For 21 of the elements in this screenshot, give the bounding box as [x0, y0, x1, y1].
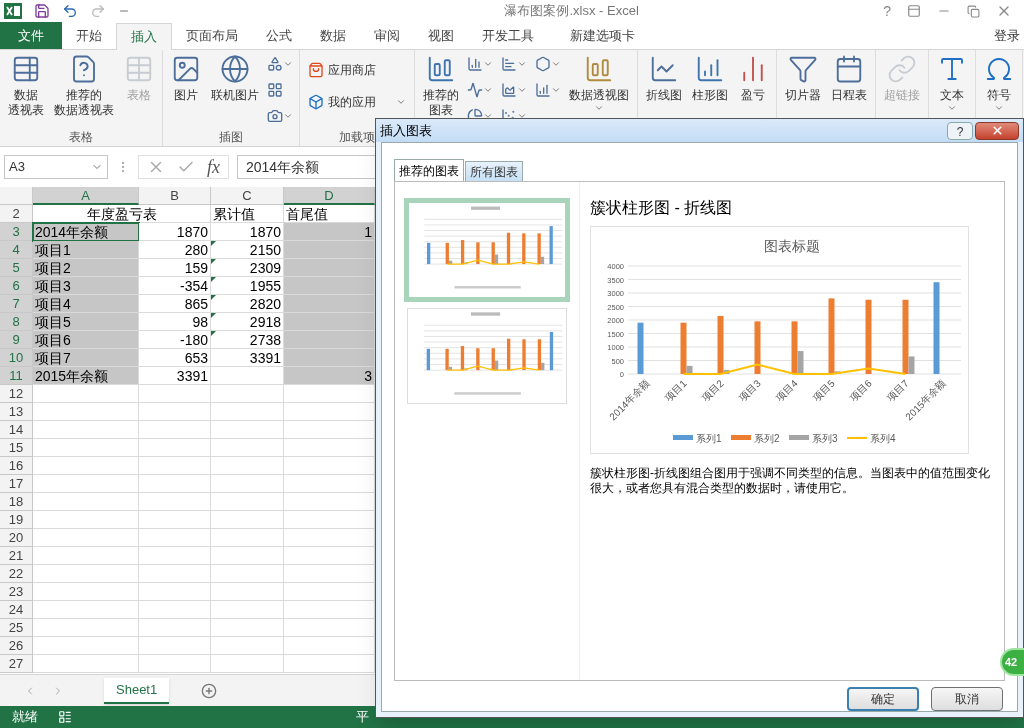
group-label: 插图: [219, 129, 243, 146]
category-label: 项目7: [885, 377, 911, 404]
group-label: 加载项: [339, 129, 375, 146]
category-label: 项目1: [663, 377, 689, 404]
legend-label: 系列1: [696, 433, 722, 444]
status-text: 就绪: [12, 708, 38, 727]
chart-description: 簇状柱形图-折线图组合图用于强调不同类型的信息。当图表中的值范围变化很大，或者您具有混合类型的数据时，请使用它。: [590, 466, 991, 496]
dialog-title: 插入图表: [380, 121, 433, 140]
legend-label: 系列4: [870, 433, 896, 444]
window-title: 瀑布图案例.xlsx - Excel: [503, 2, 640, 21]
chart-type-title: 簇状柱形图 - 折线图: [590, 198, 734, 218]
legend-label: 系列2: [754, 433, 780, 444]
chart-title: 图表标题: [763, 238, 820, 254]
status-text: 平: [356, 708, 369, 727]
category-label: 项目5: [811, 377, 837, 404]
category-label: 项目4: [774, 377, 800, 404]
category-label: 项目3: [737, 377, 763, 404]
category-label: 项目2: [700, 377, 726, 404]
group-label: 表格: [69, 129, 93, 146]
legend-label: 系列3: [812, 433, 838, 444]
category-label: 项目6: [848, 377, 874, 404]
